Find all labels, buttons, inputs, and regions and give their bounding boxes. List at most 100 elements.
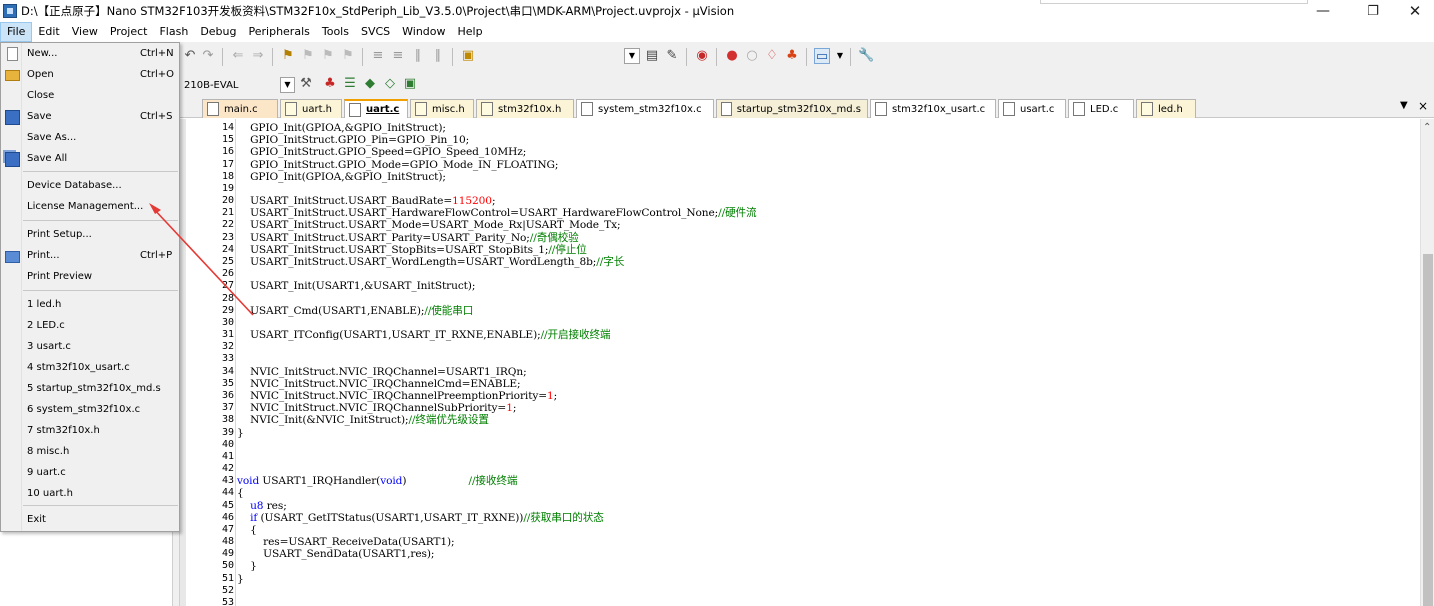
tab-label: startup_stm32f10x_md.s <box>736 103 861 115</box>
navigate-back-icon[interactable]: ⇐ <box>230 48 246 64</box>
comment-icon[interactable]: ∥ <box>410 48 426 64</box>
code-line: 47 { <box>180 524 1420 536</box>
file-menu-item-3-usart-c[interactable]: 3 usart.c <box>2 337 178 358</box>
file-menu-item-close[interactable]: Close <box>2 86 178 107</box>
minimize-button[interactable]: — <box>1300 0 1346 22</box>
scrollbar-thumb[interactable] <box>1423 254 1433 606</box>
source-file-icon <box>581 102 593 116</box>
file-menu-item-print-setup[interactable]: Print Setup... <box>2 225 178 246</box>
code-token: USART_Cmd(USART1,ENABLE); <box>237 304 425 317</box>
menu-svcs[interactable]: SVCS <box>355 22 396 42</box>
incremental-find-icon[interactable]: ✎ <box>664 48 680 64</box>
file-menu-item-open[interactable]: Open Ctrl+O <box>2 65 178 86</box>
maximize-button[interactable]: ❐ <box>1350 0 1396 22</box>
menu-window[interactable]: Window <box>396 22 451 42</box>
find-combo-dropdown[interactable]: ▼ <box>624 48 640 64</box>
menu-peripherals[interactable]: Peripherals <box>243 22 316 42</box>
file-menu-item-1-led-h[interactable]: 1 led.h <box>2 295 178 316</box>
next-bookmark-icon[interactable]: ⚑ <box>320 48 336 64</box>
tab-usart-c[interactable]: usart.c <box>998 99 1066 118</box>
file-menu-item-save[interactable]: Save Ctrl+S <box>2 107 178 128</box>
navigate-forward-icon[interactable]: ⇒ <box>250 48 266 64</box>
prev-bookmark-icon[interactable]: ⚑ <box>300 48 316 64</box>
code-text: { <box>237 525 257 536</box>
window-layout-icon[interactable]: ▭ <box>814 48 830 64</box>
file-menu-item-print-preview[interactable]: Print Preview <box>2 267 178 288</box>
file-menu-item-9-uart-c[interactable]: 9 uart.c <box>2 463 178 484</box>
disable-breakpoint-icon[interactable]: ○ <box>744 48 760 64</box>
tab-stm32f10x-h[interactable]: stm32f10x.h <box>476 99 574 118</box>
file-menu-item-5-startup-stm32f10x-md-s[interactable]: 5 startup_stm32f10x_md.s <box>2 379 178 400</box>
tab-startup-stm32f10x-md-s[interactable]: startup_stm32f10x_md.s <box>716 99 868 118</box>
file-menu-item-8-misc-h[interactable]: 8 misc.h <box>2 442 178 463</box>
uncomment-icon[interactable]: ∥ <box>430 48 446 64</box>
menu-edit[interactable]: Edit <box>32 22 65 42</box>
indent-icon[interactable]: ≡ <box>370 48 386 64</box>
file-menu-item-4-stm32f10x-usart-c[interactable]: 4 stm32f10x_usart.c <box>2 358 178 379</box>
redo-icon[interactable]: ↷ <box>200 48 216 64</box>
file-menu-item-exit[interactable]: Exit <box>2 510 178 531</box>
pack-installer-icon[interactable]: ◆ <box>362 76 378 92</box>
menu-view[interactable]: View <box>66 22 104 42</box>
source-file-icon <box>875 102 887 116</box>
undo-icon[interactable]: ↶ <box>182 48 198 64</box>
close-tab-icon[interactable]: × <box>1418 99 1428 113</box>
file-menu-item-10-uart-h[interactable]: 10 uart.h <box>2 484 178 505</box>
file-extensions-icon[interactable]: ☰ <box>342 76 358 92</box>
chevron-down-icon[interactable]: ▼ <box>280 77 295 93</box>
configure-icon[interactable]: 🔧 <box>858 48 874 64</box>
bookmark-icon[interactable]: ⚑ <box>280 48 296 64</box>
code-editor[interactable]: 14 GPIO_Init(GPIOA,&GPIO_InitStruct); 15 … <box>180 119 1420 606</box>
code-text: void USART1_IRQHandler(void) //接收终端 <box>237 476 517 487</box>
file-menu-item-new[interactable]: New... Ctrl+N <box>2 44 178 65</box>
file-menu-item-license-management[interactable]: License Management... <box>2 197 178 218</box>
run-time-environment-icon[interactable]: ▣ <box>402 76 418 92</box>
tabs-menu-icon[interactable]: ▼ <box>1400 100 1408 111</box>
kill-all-breakpoints-icon[interactable]: ♣ <box>784 48 800 64</box>
menu-flash[interactable]: Flash <box>153 22 194 42</box>
disable-all-breakpoints-icon[interactable]: ♢ <box>764 48 780 64</box>
editor-vertical-scrollbar[interactable]: ⌃ <box>1420 119 1434 606</box>
tab-stm32f10x-usart-c[interactable]: stm32f10x_usart.c <box>870 99 996 118</box>
scroll-up-icon[interactable]: ⌃ <box>1423 122 1431 133</box>
select-packs-icon[interactable]: ◇ <box>382 76 398 92</box>
menu-help[interactable]: Help <box>452 22 489 42</box>
breakpoint-icon[interactable]: ● <box>724 48 740 64</box>
menu-file[interactable]: File <box>0 22 33 42</box>
unindent-icon[interactable]: ≡ <box>390 48 406 64</box>
menu-debug[interactable]: Debug <box>194 22 242 42</box>
file-menu-item-7-stm32f10x-h[interactable]: 7 stm32f10x.h <box>2 421 178 442</box>
file-menu-item-6-system-stm32f10x-c[interactable]: 6 system_stm32f10x.c <box>2 400 178 421</box>
close-window-button[interactable]: ✕ <box>1392 0 1434 22</box>
tab-main-c[interactable]: main.c <box>202 99 278 118</box>
code-token: GPIO_Init(GPIOA,&GPIO_InitStruct); <box>237 170 446 183</box>
line-number: 44 <box>221 487 234 499</box>
toolbar-separator <box>686 48 687 66</box>
find-icon[interactable]: ▤ <box>644 48 660 64</box>
target-select[interactable]: 210B-EVAL ▼ <box>184 76 298 94</box>
code-line: 41 <box>180 451 1420 462</box>
file-menu-item-2-led-c[interactable]: 2 LED.c <box>2 316 178 337</box>
tab-uart-c[interactable]: uart.c <box>344 99 408 118</box>
debug-session-icon[interactable]: ◉ <box>694 48 710 64</box>
find-in-files-icon[interactable]: ▣ <box>460 48 476 64</box>
file-menu-item-save-all[interactable]: Save All <box>2 149 178 170</box>
menu-tools[interactable]: Tools <box>316 22 355 42</box>
tab-misc-h[interactable]: misc.h <box>410 99 474 118</box>
window-layout-dropdown-icon[interactable]: ▼ <box>832 48 848 64</box>
menu-project[interactable]: Project <box>104 22 154 42</box>
tab-led-h[interactable]: led.h <box>1136 99 1196 118</box>
tab-label: main.c <box>224 103 258 115</box>
file-menu-item-save-as[interactable]: Save As... <box>2 128 178 149</box>
tab-led-c[interactable]: LED.c <box>1068 99 1134 118</box>
file-menu-item-print[interactable]: Print... Ctrl+P <box>2 246 178 267</box>
tab-system-stm32f10x-c[interactable]: system_stm32f10x.c <box>576 99 714 118</box>
target-options-icon[interactable]: ⚒ <box>298 76 314 92</box>
clear-bookmarks-icon[interactable]: ⚑ <box>340 48 356 64</box>
tab-uart-h[interactable]: uart.h <box>280 99 342 118</box>
code-text: NVIC_InitStruct.NVIC_IRQChannelSubPriori… <box>237 403 516 414</box>
menu-item-shortcut: Ctrl+P <box>140 250 173 261</box>
manage-project-items-icon[interactable]: ♣ <box>322 76 338 92</box>
line-number: 37 <box>221 402 234 414</box>
file-menu-item-device-database[interactable]: Device Database... <box>2 176 178 197</box>
